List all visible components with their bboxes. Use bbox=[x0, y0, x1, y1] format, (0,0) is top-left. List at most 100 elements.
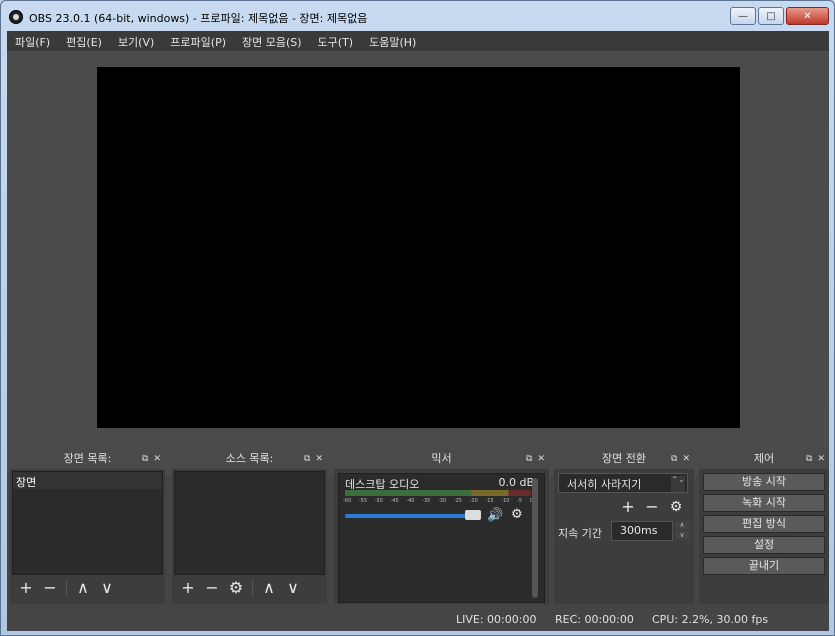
scenes-toolbar: + − ∧ ∨ bbox=[18, 580, 115, 596]
transitions-dock-title: 장면 전환 bbox=[602, 452, 646, 465]
transition-gear-icon[interactable]: ⚙ bbox=[668, 499, 684, 515]
meter-tick: -25 bbox=[453, 498, 462, 504]
transition-selected: 서서히 사라지기 bbox=[567, 478, 642, 491]
meter-tick: -30 bbox=[437, 498, 447, 504]
start-streaming-button[interactable]: 방송 시작 bbox=[703, 473, 825, 491]
title-bar[interactable]: OBS 23.0.1 (64-bit, windows) - 프로파일: 제목없… bbox=[1, 1, 834, 31]
float-icon[interactable]: ⧉ bbox=[806, 449, 812, 469]
move-up-button[interactable]: ∧ bbox=[261, 580, 277, 596]
scenes-list[interactable]: 장면 bbox=[12, 471, 163, 575]
sources-toolbar: + − ⚙ ∧ ∨ bbox=[180, 580, 301, 596]
list-item[interactable]: 장면 bbox=[13, 472, 162, 489]
exit-button[interactable]: 끝내기 bbox=[703, 557, 825, 575]
mixer-dock-title: 믹서 bbox=[431, 452, 452, 465]
obs-logo-icon bbox=[9, 10, 23, 24]
menu-help[interactable]: 도움말(H) bbox=[361, 31, 424, 51]
spin-down-button[interactable]: ∨ bbox=[675, 531, 689, 539]
preview-area bbox=[7, 51, 829, 475]
mixer-gear-icon[interactable]: ⚙ bbox=[511, 507, 523, 522]
spin-up-button[interactable]: ∧ bbox=[675, 521, 689, 529]
meter-tick: -60 bbox=[343, 498, 352, 504]
minimize-button[interactable]: — bbox=[730, 7, 756, 25]
remove-scene-button[interactable]: − bbox=[42, 580, 58, 596]
dock-close-icon[interactable]: ✕ bbox=[315, 449, 323, 469]
transition-select[interactable]: 서서히 사라지기 ⌃⌄ bbox=[558, 473, 688, 493]
chevron-updown-icon: ⌃⌄ bbox=[671, 476, 685, 492]
meter-tick: -55 bbox=[358, 498, 367, 504]
volume-slider[interactable] bbox=[345, 514, 481, 518]
duration-label: 지속 기간 bbox=[558, 527, 602, 540]
volume-meter bbox=[345, 490, 531, 496]
toolbar-divider bbox=[252, 580, 253, 596]
toolbar-divider bbox=[66, 580, 67, 596]
obs-window: OBS 23.0.1 (64-bit, windows) - 프로파일: 제목없… bbox=[0, 0, 835, 636]
remove-transition-button[interactable]: − bbox=[644, 499, 660, 515]
speaker-icon[interactable]: 🔊 bbox=[487, 508, 503, 523]
meter-tick: -50 bbox=[374, 498, 383, 504]
dock-close-icon[interactable]: ✕ bbox=[153, 449, 161, 469]
mixer-dock-header: 믹서 ⧉ ✕ bbox=[334, 449, 549, 469]
add-scene-button[interactable]: + bbox=[18, 580, 34, 596]
sources-dock-header: 소스 목록: ⧉ ✕ bbox=[172, 449, 327, 469]
transitions-dock: 장면 전환 ⧉ ✕ 서서히 사라지기 ⌃⌄ + − ⚙ 지속 기간 300ms ∧… bbox=[554, 449, 694, 604]
close-button[interactable]: ✕ bbox=[786, 7, 829, 25]
mixer-dock: 믹서 ⧉ ✕ 데스크탑 오디오 0.0 dB -60 -55 -50 -45 -4… bbox=[334, 449, 549, 604]
menu-bar: 파일(F) 편집(E) 보기(V) 프로파일(P) 장면 모음(S) 도구(T)… bbox=[7, 31, 829, 51]
float-icon[interactable]: ⧉ bbox=[526, 449, 532, 469]
start-recording-button[interactable]: 녹화 시작 bbox=[703, 494, 825, 512]
move-down-button[interactable]: ∨ bbox=[99, 580, 115, 596]
settings-button[interactable]: 설정 bbox=[703, 536, 825, 554]
meter-scale: -60 -55 -50 -45 -40 -35 -30 -25 -20 -15 … bbox=[343, 498, 533, 504]
preview-canvas[interactable] bbox=[97, 67, 740, 428]
duration-input[interactable]: 300ms bbox=[611, 521, 673, 541]
float-icon[interactable]: ⧉ bbox=[671, 449, 677, 469]
window-controls: — □ ✕ bbox=[730, 7, 829, 25]
sources-list[interactable] bbox=[174, 471, 325, 575]
rec-status: REC: 00:00:00 bbox=[555, 613, 634, 626]
float-icon[interactable]: ⧉ bbox=[142, 449, 148, 469]
meter-tick: -5 bbox=[517, 498, 523, 504]
move-up-button[interactable]: ∧ bbox=[75, 580, 91, 596]
transitions-dock-header: 장면 전환 ⧉ ✕ bbox=[554, 449, 694, 469]
mixer-panel: 데스크탑 오디오 0.0 dB -60 -55 -50 -45 -40 -35 … bbox=[338, 473, 545, 603]
menu-tools[interactable]: 도구(T) bbox=[310, 31, 362, 51]
status-bar: LIVE: 00:00:00 REC: 00:00:00 CPU: 2.2%, … bbox=[7, 605, 829, 631]
sources-dock: 소스 목록: ⧉ ✕ + − ⚙ ∧ ∨ bbox=[172, 449, 327, 604]
mixer-scrollbar[interactable] bbox=[532, 478, 538, 598]
meter-tick: -35 bbox=[422, 498, 431, 504]
controls-dock-title: 제어 bbox=[753, 452, 775, 465]
scenes-dock: 장면 목록: ⧉ ✕ 장면 + − ∧ ∨ bbox=[10, 449, 165, 604]
add-source-button[interactable]: + bbox=[180, 580, 196, 596]
float-icon[interactable]: ⧉ bbox=[304, 449, 310, 469]
scenes-dock-title: 장면 목록: bbox=[63, 452, 112, 465]
transition-toolbar: + − ⚙ bbox=[620, 499, 684, 516]
dock-close-icon[interactable]: ✕ bbox=[682, 449, 690, 469]
dock-close-icon[interactable]: ✕ bbox=[537, 449, 545, 469]
sources-dock-title: 소스 목록: bbox=[225, 452, 274, 465]
source-settings-gear-icon[interactable]: ⚙ bbox=[228, 580, 244, 596]
cpu-status: CPU: 2.2%, 30.00 fps bbox=[652, 613, 769, 626]
add-transition-button[interactable]: + bbox=[620, 499, 636, 515]
meter-tick: -10 bbox=[501, 498, 510, 504]
audio-db-value: 0.0 dB bbox=[498, 476, 534, 489]
remove-source-button[interactable]: − bbox=[204, 580, 220, 596]
menu-view[interactable]: 보기(V) bbox=[110, 31, 162, 51]
menu-profile[interactable]: 프로파일(P) bbox=[162, 31, 234, 51]
dock-close-icon[interactable]: ✕ bbox=[817, 449, 825, 469]
maximize-button[interactable]: □ bbox=[758, 7, 784, 25]
meter-tick: -45 bbox=[390, 498, 399, 504]
move-down-button[interactable]: ∨ bbox=[285, 580, 301, 596]
menu-file[interactable]: 파일(F) bbox=[7, 31, 58, 51]
menu-edit[interactable]: 편집(E) bbox=[58, 31, 110, 51]
controls-dock: 제어 ⧉ ✕ 방송 시작 녹화 시작 편집 방식 설정 끝내기 bbox=[699, 449, 829, 604]
studio-mode-button[interactable]: 편집 방식 bbox=[703, 515, 825, 533]
live-status: LIVE: 00:00:00 bbox=[456, 613, 537, 626]
scenes-dock-header: 장면 목록: ⧉ ✕ bbox=[10, 449, 165, 469]
controls-dock-header: 제어 ⧉ ✕ bbox=[699, 449, 829, 469]
menu-scene-collection[interactable]: 장면 모음(S) bbox=[234, 31, 310, 51]
meter-tick: -40 bbox=[406, 498, 415, 504]
meter-tick: -15 bbox=[485, 498, 494, 504]
volume-slider-handle[interactable] bbox=[465, 510, 481, 520]
client-area: 파일(F) 편집(E) 보기(V) 프로파일(P) 장면 모음(S) 도구(T)… bbox=[7, 31, 829, 631]
window-title: OBS 23.0.1 (64-bit, windows) - 프로파일: 제목없… bbox=[29, 12, 368, 25]
